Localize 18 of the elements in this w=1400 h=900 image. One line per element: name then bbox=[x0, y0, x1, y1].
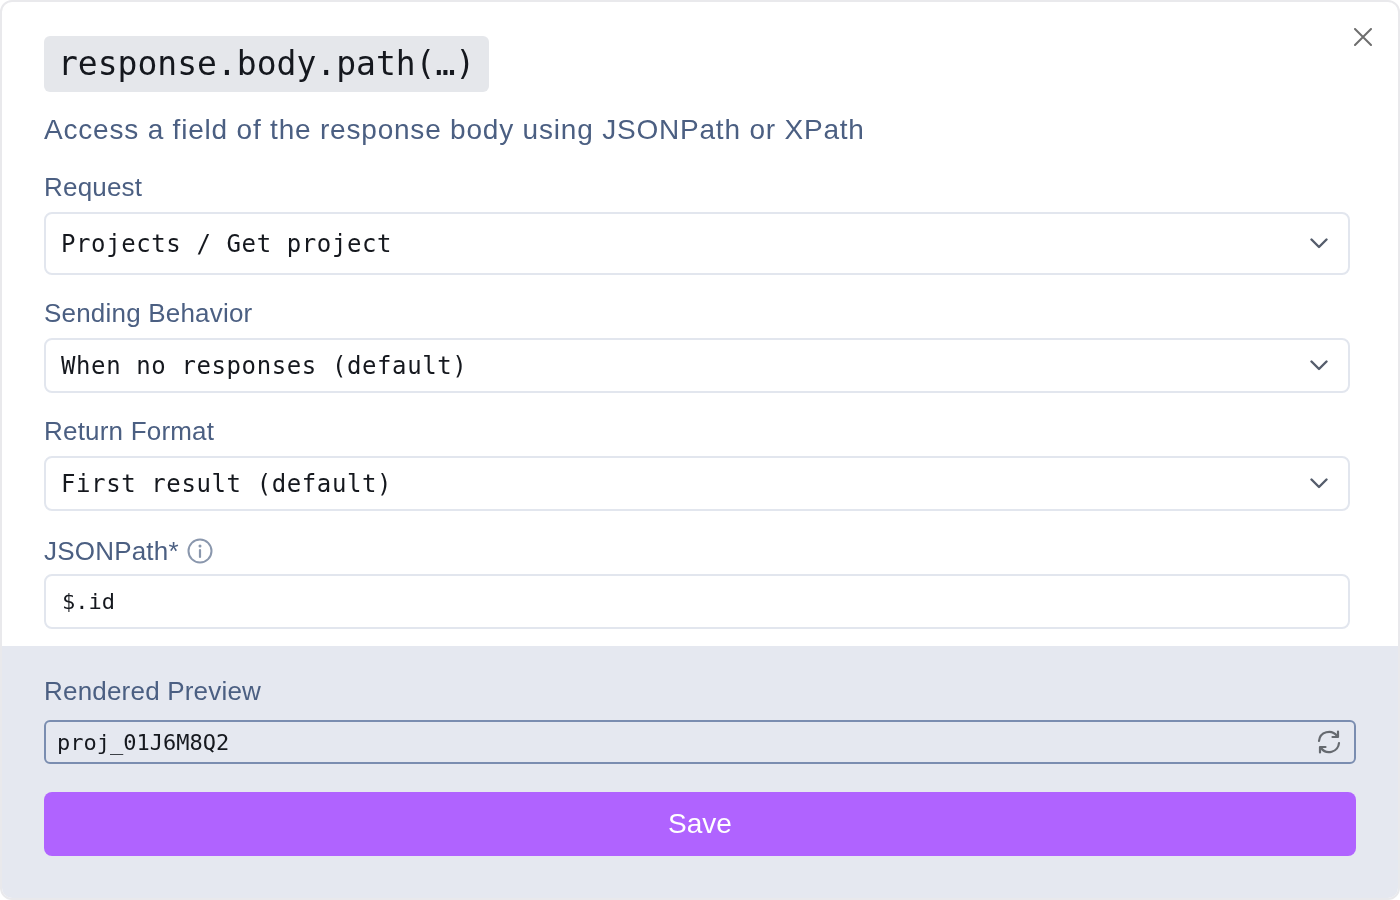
dropdown-select[interactable]: First result (default) bbox=[44, 456, 1350, 511]
dropdown-select[interactable]: When no responses (default) bbox=[44, 338, 1350, 393]
dialog-title: response.body.path(…) bbox=[44, 36, 490, 92]
preview-label: Rendered Preview bbox=[44, 676, 262, 706]
field-label: Request bbox=[44, 172, 143, 202]
field-label: JSONPath* bbox=[44, 536, 179, 566]
text-input[interactable]: $.id bbox=[44, 574, 1350, 629]
preview-field: proj_01J6M8Q2 bbox=[44, 720, 1356, 764]
chevron-down-icon bbox=[1310, 238, 1328, 249]
chevron-down-icon bbox=[1310, 478, 1328, 489]
chevron-down-icon bbox=[1310, 360, 1328, 371]
field-label: Return Format bbox=[44, 416, 215, 446]
field-label: Sending Behavior bbox=[44, 298, 253, 328]
dialog-description: Access a field of the response body using JSONPath or XPath bbox=[44, 113, 865, 147]
info-icon[interactable] bbox=[186, 538, 213, 564]
close-icon bbox=[1354, 28, 1372, 46]
refresh-icon[interactable] bbox=[1316, 729, 1342, 755]
dropdown-select[interactable]: Projects / Get project bbox=[44, 212, 1350, 275]
